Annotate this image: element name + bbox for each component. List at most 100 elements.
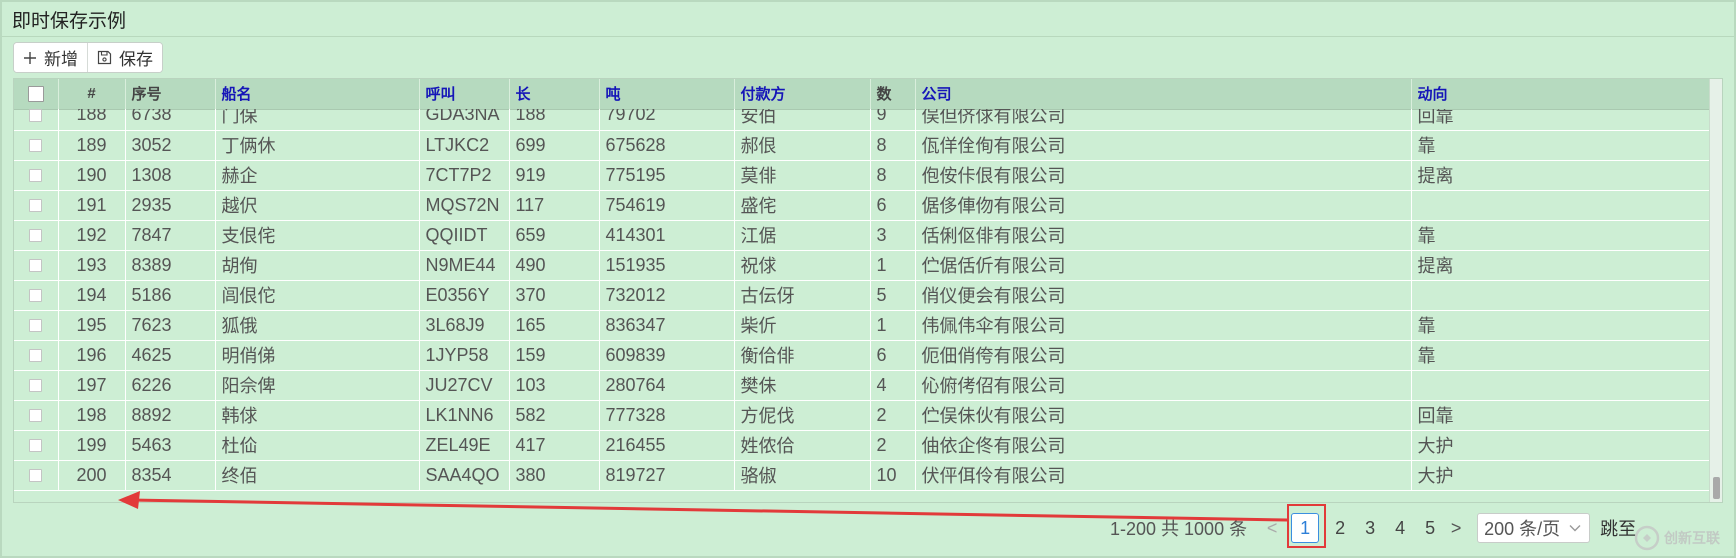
call-sign-cell[interactable]: GDA3NA: [419, 109, 510, 131]
col-header-movement[interactable]: 动向: [1411, 79, 1711, 110]
call-sign-cell[interactable]: ZEL49E: [419, 430, 510, 461]
company-cell[interactable]: 伫俣佅伙有限公司: [915, 400, 1412, 431]
col-header-call-sign[interactable]: 呼叫: [419, 79, 510, 110]
row-checkbox[interactable]: [29, 199, 43, 213]
table-row[interactable]: 194 5186 闾佷佗 E0356Y 370 732012 古伝伢 5 俏仪便会有限公司: [14, 280, 1710, 311]
payer-cell[interactable]: 衡佮俳: [734, 340, 871, 371]
table-row[interactable]: 189 3052 丁俩休 LTJKC2 699 675628 郝佷 8 佤佯佺侚有限公司靠: [14, 130, 1710, 161]
serial-cell[interactable]: 8354: [125, 460, 216, 491]
movement-cell[interactable]: 大护: [1411, 430, 1710, 461]
company-cell[interactable]: 俣但侪俅有限公司: [915, 109, 1412, 131]
length-cell[interactable]: 699: [509, 130, 600, 161]
length-cell[interactable]: 117: [509, 190, 600, 221]
payer-cell[interactable]: 柴伒: [734, 310, 871, 341]
table-row[interactable]: 196 4625 明俏俤 1JYP58 159 609839 衡佮俳 6 伌佃俏侉有限公司靠: [14, 340, 1710, 371]
length-cell[interactable]: 188: [509, 109, 600, 131]
ship-name-cell[interactable]: 闾佷佗: [215, 280, 420, 311]
count-cell[interactable]: 2: [870, 430, 916, 461]
movement-cell[interactable]: 提离: [1411, 160, 1710, 191]
length-cell[interactable]: 582: [509, 400, 600, 431]
payer-cell[interactable]: 方伲伐: [734, 400, 871, 431]
serial-cell[interactable]: 7623: [125, 310, 216, 341]
count-cell[interactable]: 4: [870, 370, 916, 401]
count-cell[interactable]: 8: [870, 130, 916, 161]
table-row[interactable]: 195 7623 狐俄 3L68J9 165 836347 柴伒 1 伟佩伟伞有限公司靠: [14, 310, 1710, 341]
grid-body-viewport[interactable]: 188 6738 门保 GDA3NA 188 79702 安伯 9 俣但侪俅有限公司 回靠 189 3…: [14, 109, 1710, 502]
save-button[interactable]: 保存: [87, 43, 162, 72]
call-sign-cell[interactable]: LK1NN6: [419, 400, 510, 431]
count-cell[interactable]: 8: [870, 160, 916, 191]
row-checkbox[interactable]: [29, 169, 43, 183]
row-checkbox[interactable]: [29, 319, 43, 333]
page-5-button[interactable]: 5: [1415, 513, 1445, 543]
tonnage-cell[interactable]: 151935: [599, 250, 735, 281]
ship-name-cell[interactable]: 越伬: [215, 190, 420, 221]
serial-cell[interactable]: 8892: [125, 400, 216, 431]
movement-cell[interactable]: 靠: [1411, 220, 1710, 251]
serial-cell[interactable]: 7847: [125, 220, 216, 251]
length-cell[interactable]: 659: [509, 220, 600, 251]
company-cell[interactable]: 倨侈俥伆有限公司: [915, 190, 1412, 221]
tonnage-cell[interactable]: 609839: [599, 340, 735, 371]
ship-name-cell[interactable]: 丁俩休: [215, 130, 420, 161]
payer-cell[interactable]: 郝佷: [734, 130, 871, 161]
call-sign-cell[interactable]: N9ME44: [419, 250, 510, 281]
serial-cell[interactable]: 1308: [125, 160, 216, 191]
row-checkbox[interactable]: [29, 289, 43, 303]
call-sign-cell[interactable]: 1JYP58: [419, 340, 510, 371]
row-checkbox[interactable]: [29, 469, 43, 483]
company-cell[interactable]: 佤佯佺侚有限公司: [915, 130, 1412, 161]
length-cell[interactable]: 490: [509, 250, 600, 281]
payer-cell[interactable]: 江倨: [734, 220, 871, 251]
row-checkbox[interactable]: [29, 109, 43, 122]
call-sign-cell[interactable]: MQS72N: [419, 190, 510, 221]
tonnage-cell[interactable]: 216455: [599, 430, 735, 461]
company-cell[interactable]: 佸俐伛俳有限公司: [915, 220, 1412, 251]
row-checkbox[interactable]: [29, 229, 43, 243]
call-sign-cell[interactable]: 7CT7P2: [419, 160, 510, 191]
row-checkbox[interactable]: [29, 409, 43, 423]
length-cell[interactable]: 417: [509, 430, 600, 461]
movement-cell[interactable]: 靠: [1411, 130, 1710, 161]
page-4-button[interactable]: 4: [1385, 513, 1415, 543]
count-cell[interactable]: 9: [870, 109, 916, 131]
call-sign-cell[interactable]: E0356Y: [419, 280, 510, 311]
payer-cell[interactable]: 樊佅: [734, 370, 871, 401]
table-row[interactable]: 193 8389 胡侚 N9ME44 490 151935 祝俅 1 伫倨佸伒有限公司 提离: [14, 250, 1710, 281]
count-cell[interactable]: 1: [870, 310, 916, 341]
ship-name-cell[interactable]: 赫企: [215, 160, 420, 191]
payer-cell[interactable]: 古伝伢: [734, 280, 871, 311]
col-header-ship-name[interactable]: 船名: [215, 79, 420, 110]
serial-cell[interactable]: 8389: [125, 250, 216, 281]
call-sign-cell[interactable]: 3L68J9: [419, 310, 510, 341]
call-sign-cell[interactable]: LTJKC2: [419, 130, 510, 161]
length-cell[interactable]: 370: [509, 280, 600, 311]
table-row[interactable]: 190 1308 赫企 7CT7P2 919 775195 莫俳 8 佨侒佧佷有限公司 提离: [14, 160, 1710, 191]
tonnage-cell[interactable]: 414301: [599, 220, 735, 251]
company-cell[interactable]: 伈俯侤佋有限公司: [915, 370, 1412, 401]
ship-name-cell[interactable]: 支佷侘: [215, 220, 420, 251]
col-header-company[interactable]: 公司: [915, 79, 1412, 110]
tonnage-cell[interactable]: 280764: [599, 370, 735, 401]
tonnage-cell[interactable]: 836347: [599, 310, 735, 341]
length-cell[interactable]: 165: [509, 310, 600, 341]
movement-cell[interactable]: [1411, 190, 1710, 221]
payer-cell[interactable]: 安伯: [734, 109, 871, 131]
length-cell[interactable]: 159: [509, 340, 600, 371]
page-3-button[interactable]: 3: [1355, 513, 1385, 543]
length-cell[interactable]: 919: [509, 160, 600, 191]
col-header-count[interactable]: 数: [870, 79, 916, 110]
serial-cell[interactable]: 3052: [125, 130, 216, 161]
prev-page-button[interactable]: <: [1261, 518, 1283, 539]
movement-cell[interactable]: 大护: [1411, 460, 1710, 491]
count-cell[interactable]: 1: [870, 250, 916, 281]
company-cell[interactable]: 伌佃俏侉有限公司: [915, 340, 1412, 371]
count-cell[interactable]: 6: [870, 340, 916, 371]
ship-name-cell[interactable]: 终佰: [215, 460, 420, 491]
count-cell[interactable]: 3: [870, 220, 916, 251]
ship-name-cell[interactable]: 胡侚: [215, 250, 420, 281]
count-cell[interactable]: 6: [870, 190, 916, 221]
table-row[interactable]: 188 6738 门保 GDA3NA 188 79702 安伯 9 俣但侪俅有限公司 回靠: [14, 109, 1710, 131]
next-page-button[interactable]: >: [1445, 518, 1467, 539]
ship-name-cell[interactable]: 韩俅: [215, 400, 420, 431]
